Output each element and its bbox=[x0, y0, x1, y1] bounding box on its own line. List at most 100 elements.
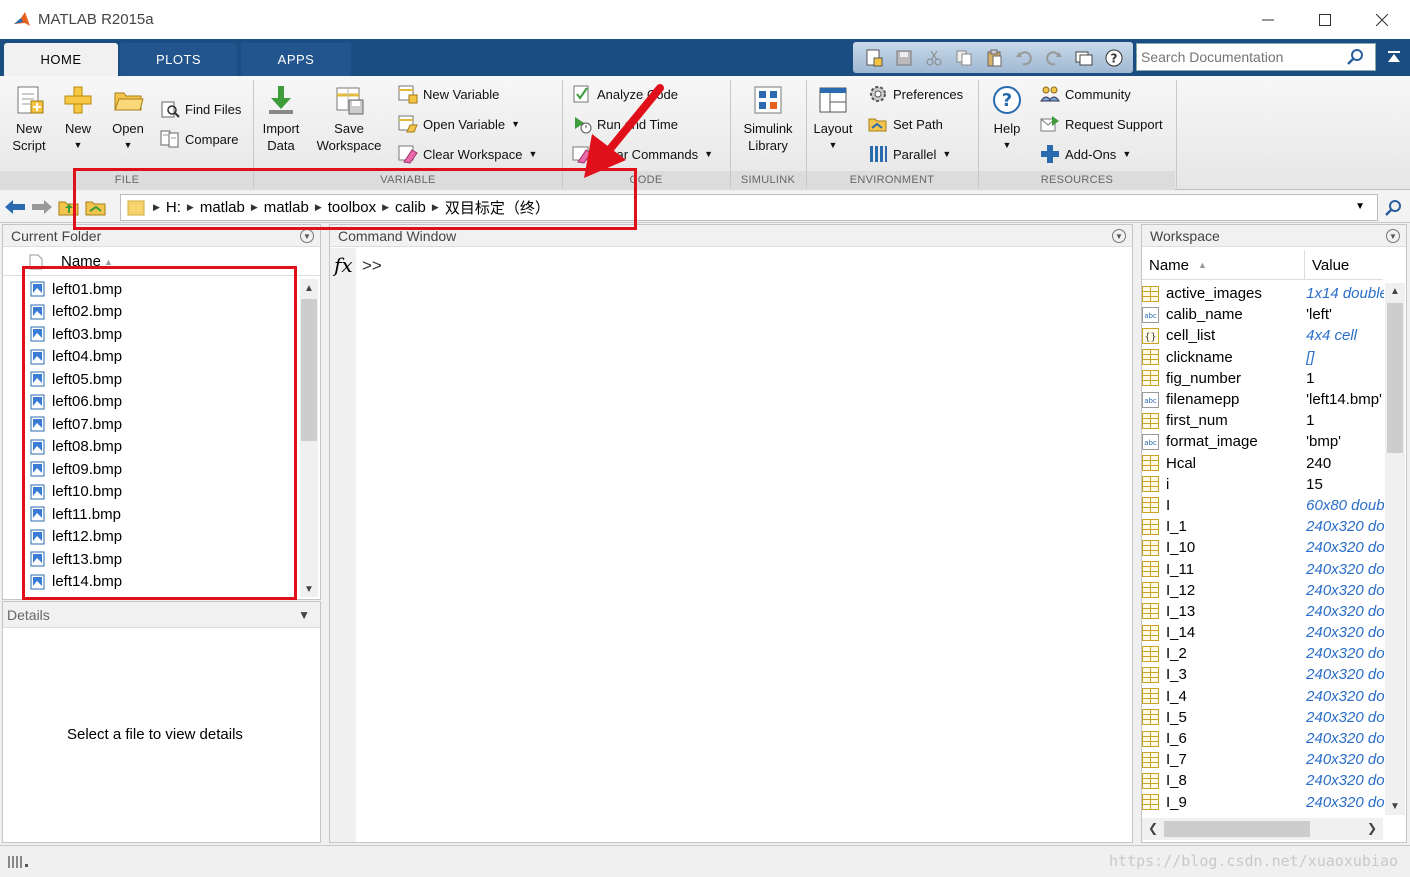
request-support-button[interactable]: Request Support bbox=[1040, 113, 1163, 135]
path-search-button[interactable] bbox=[1380, 194, 1406, 221]
workspace-row[interactable]: I_13 240x320 double bbox=[1142, 601, 1384, 622]
new-button[interactable]: New ▼ bbox=[58, 84, 98, 154]
name-column-header[interactable]: Name bbox=[1149, 257, 1189, 274]
workspace-row[interactable]: I_12 240x320 double bbox=[1142, 580, 1384, 601]
details-message: Select a file to view details bbox=[67, 726, 243, 743]
scroll-up-icon[interactable]: ▲ bbox=[304, 283, 314, 294]
redo-icon[interactable] bbox=[1041, 47, 1067, 69]
maximize-button[interactable] bbox=[1296, 0, 1353, 39]
minimize-button[interactable] bbox=[1239, 0, 1296, 39]
variable-value: 1x14 double bbox=[1306, 285, 1384, 303]
switch-windows-icon[interactable] bbox=[1071, 47, 1097, 69]
workspace-row[interactable]: abc calib_name 'left' bbox=[1142, 304, 1384, 325]
workspace-row[interactable]: {} cell_list 4x4 cell bbox=[1142, 325, 1384, 346]
import-data-button[interactable]: Import Data bbox=[260, 84, 302, 154]
value-column-header[interactable]: Value bbox=[1312, 257, 1349, 274]
simulink-library-button[interactable]: Simulink Library bbox=[738, 84, 798, 154]
workspace-row[interactable]: active_images 1x14 double bbox=[1142, 283, 1384, 304]
chevron-down-icon[interactable]: ▼ bbox=[298, 608, 310, 622]
scroll-down-icon[interactable]: ▼ bbox=[304, 584, 314, 595]
path-dropdown-icon[interactable]: ▼ bbox=[1355, 201, 1365, 212]
help-button[interactable]: ? Help ▼ bbox=[986, 84, 1028, 154]
workspace-row[interactable]: I_9 240x320 double bbox=[1142, 792, 1384, 813]
chevron-down-icon: ▼ bbox=[123, 140, 133, 150]
tab-home[interactable]: HOME bbox=[4, 43, 118, 76]
workspace-row[interactable]: fig_number 1 bbox=[1142, 368, 1384, 389]
scroll-down-icon[interactable]: ▼ bbox=[1390, 801, 1400, 812]
workspace-row[interactable]: I_8 240x320 double bbox=[1142, 770, 1384, 791]
variable-name: I_13 bbox=[1166, 602, 1196, 620]
new-icon[interactable] bbox=[861, 47, 887, 69]
command-prompt[interactable]: >> bbox=[362, 256, 382, 276]
workspace-row[interactable]: first_num 1 bbox=[1142, 410, 1384, 431]
forward-button[interactable] bbox=[30, 195, 54, 219]
matrix-variable-icon bbox=[1142, 603, 1159, 620]
workspace-row[interactable]: i 15 bbox=[1142, 474, 1384, 495]
preferences-button[interactable]: Preferences bbox=[868, 83, 963, 105]
new-script-button[interactable]: New Script bbox=[8, 84, 50, 154]
scrollbar-thumb[interactable] bbox=[1164, 821, 1310, 837]
matrix-variable-icon bbox=[1142, 497, 1159, 514]
workspace-row[interactable]: I_5 240x320 double bbox=[1142, 707, 1384, 728]
clear-workspace-button[interactable]: Clear Workspace ▼ bbox=[398, 143, 537, 165]
workspace-row[interactable]: I 60x80 double bbox=[1142, 495, 1384, 516]
tab-plots[interactable]: PLOTS bbox=[120, 43, 237, 76]
workspace-row[interactable]: I_3 240x320 double bbox=[1142, 664, 1384, 685]
workspace-row[interactable]: abc format_image 'bmp' bbox=[1142, 431, 1384, 452]
find-files-icon bbox=[161, 101, 180, 118]
folder-scrollbar[interactable]: ▲ ▼ bbox=[300, 279, 318, 597]
copy-icon[interactable] bbox=[951, 47, 977, 69]
save-icon[interactable] bbox=[891, 47, 917, 69]
workspace-row[interactable]: I_2 240x320 double bbox=[1142, 643, 1384, 664]
search-input[interactable] bbox=[1141, 49, 1346, 65]
workspace-horizontal-scrollbar[interactable]: ❮ ❯ bbox=[1142, 818, 1383, 840]
close-button[interactable] bbox=[1353, 0, 1410, 39]
back-button[interactable] bbox=[3, 195, 27, 219]
panel-menu-icon[interactable]: ▼ bbox=[300, 229, 314, 243]
scrollbar-thumb[interactable] bbox=[1387, 303, 1403, 453]
parallel-button[interactable]: Parallel ▼ bbox=[868, 143, 951, 165]
workspace-row[interactable]: I_6 240x320 double bbox=[1142, 728, 1384, 749]
help-icon[interactable]: ? bbox=[1101, 47, 1127, 69]
workspace-row[interactable]: Hcal 240 bbox=[1142, 453, 1384, 474]
matrix-variable-icon bbox=[1142, 666, 1159, 683]
scroll-left-icon[interactable]: ❮ bbox=[1148, 821, 1158, 835]
matrix-variable-icon bbox=[1142, 412, 1159, 429]
scrollbar-thumb[interactable] bbox=[301, 299, 317, 441]
tab-apps[interactable]: APPS bbox=[241, 43, 351, 76]
paste-icon[interactable] bbox=[981, 47, 1007, 69]
workspace-row[interactable]: I_11 240x320 double bbox=[1142, 558, 1384, 579]
cut-icon[interactable] bbox=[921, 47, 947, 69]
svg-text:abc: abc bbox=[1144, 312, 1157, 320]
search-icon[interactable] bbox=[1346, 48, 1364, 66]
search-documentation[interactable] bbox=[1136, 43, 1376, 71]
new-variable-button[interactable]: New Variable bbox=[398, 83, 499, 105]
panel-menu-icon[interactable]: ▼ bbox=[1386, 229, 1400, 243]
workspace-row[interactable]: I_1 240x320 double bbox=[1142, 516, 1384, 537]
undo-icon[interactable] bbox=[1011, 47, 1037, 69]
workspace-scrollbar[interactable]: ▲ ▼ bbox=[1385, 283, 1405, 815]
scroll-up-icon[interactable]: ▲ bbox=[1390, 286, 1400, 297]
details-panel: Details ▼ Select a file to view details bbox=[2, 601, 321, 843]
collapse-toolstrip-button[interactable] bbox=[1382, 45, 1406, 69]
workspace-row[interactable]: I_4 240x320 double bbox=[1142, 686, 1384, 707]
workspace-row[interactable]: I_14 240x320 double bbox=[1142, 622, 1384, 643]
layout-button[interactable]: Layout ▼ bbox=[810, 84, 856, 154]
open-button[interactable]: Open ▼ bbox=[106, 84, 150, 154]
workspace-row[interactable]: I_7 240x320 double bbox=[1142, 749, 1384, 770]
set-path-button[interactable]: Set Path bbox=[868, 113, 943, 135]
panel-menu-icon[interactable]: ▼ bbox=[1112, 229, 1126, 243]
compare-button[interactable]: Compare bbox=[160, 128, 238, 150]
open-variable-button[interactable]: Open Variable ▼ bbox=[398, 113, 520, 135]
fx-function-browser-icon[interactable]: fx bbox=[334, 253, 353, 277]
save-workspace-button[interactable]: Save Workspace bbox=[312, 84, 386, 154]
workspace-row[interactable]: I_10 240x320 double bbox=[1142, 537, 1384, 558]
scroll-right-icon[interactable]: ❯ bbox=[1367, 821, 1377, 835]
workspace-row[interactable]: clickname [] bbox=[1142, 347, 1384, 368]
tab-strip: HOME PLOTS APPS ? bbox=[0, 39, 1410, 76]
add-ons-button[interactable]: Add-Ons ▼ bbox=[1040, 143, 1131, 165]
find-files-button[interactable]: Find Files bbox=[160, 98, 241, 120]
community-button[interactable]: Community bbox=[1040, 83, 1131, 105]
workspace-row[interactable]: abc filenamepp 'left14.bmp' bbox=[1142, 389, 1384, 410]
matrix-variable-icon bbox=[1142, 370, 1159, 387]
